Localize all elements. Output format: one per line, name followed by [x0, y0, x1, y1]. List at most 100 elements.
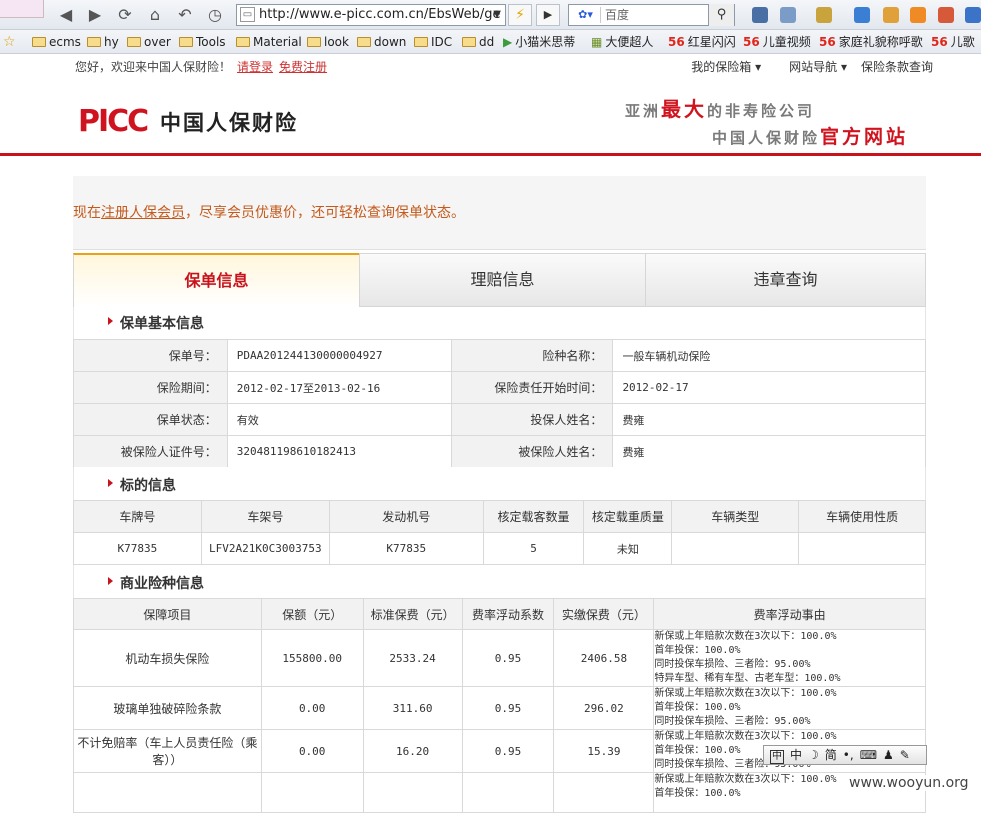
folder-icon — [236, 37, 250, 47]
column-header: 车辆类型 — [671, 500, 800, 533]
bookmark-folder[interactable]: Material — [236, 34, 302, 50]
mail-icon[interactable] — [938, 7, 954, 23]
clause-link[interactable]: 保险条款查询 — [861, 60, 933, 74]
column-header: 费率浮动系数 — [461, 598, 555, 630]
folder-icon — [127, 37, 141, 47]
column-header: 车辆使用性质 — [798, 500, 926, 533]
keyboard-icon[interactable]: ⌨ — [860, 746, 877, 764]
undo-icon[interactable]: ↶ — [175, 5, 195, 25]
column-header: 保额（元） — [260, 598, 364, 630]
amount-cell — [260, 772, 364, 813]
moon-icon[interactable] — [965, 7, 981, 23]
ime-script[interactable]: 简 — [825, 746, 837, 764]
reason-cell: 新保或上年赔款次数在3次以下：100.0% 首年投保：100.0% 同时投保车损险、… — [653, 686, 926, 730]
tool-icon[interactable] — [752, 7, 768, 23]
reason-line: 特异车型、稀有车型、古老车型：100.0% — [654, 673, 841, 684]
history-icon[interactable]: ◷ — [205, 5, 225, 25]
wrench-icon[interactable]: ✎ — [900, 746, 910, 764]
bookmark-folder[interactable]: down — [357, 34, 406, 50]
table-cell — [798, 532, 926, 565]
field-label: 被保险人证件号： — [73, 435, 228, 468]
basic-info-table: 保单号： PDAA201244130000004927 险种名称： 一般车辆机动保险保… — [73, 339, 926, 468]
section-header: 商业险种信息 — [73, 565, 926, 598]
field-value: 2012-02-17 — [612, 371, 926, 404]
browser-toolbar: ◀ ▶ ⟳ ⌂ ↶ ◷ ▭ http://www.e-picc.com.cn/E… — [0, 0, 981, 30]
tab-violation-query[interactable]: 违章查询 — [645, 253, 926, 307]
table-row: 被保险人证件号： 320481198610182413 被保险人姓名： 费雍 — [73, 435, 926, 468]
home-icon[interactable]: ⌂ — [145, 5, 165, 25]
table-cell: LFV2A21K0C3003753 — [200, 532, 330, 565]
standard-premium-cell: 2533.24 — [362, 629, 463, 687]
column-header: 核定载重质量 — [583, 500, 673, 533]
bookmark-link[interactable]: ▦ 大便超人 — [591, 34, 653, 50]
ime-toolbar[interactable]: 中中 ☽ 简 •, ⌨ ♟ ✎ — [763, 745, 927, 765]
field-label: 保单状态： — [73, 403, 228, 436]
table-cell: 5 — [482, 532, 585, 565]
tab-claim-info[interactable]: 理赔信息 — [359, 253, 646, 307]
column-header: 核定载客数量 — [482, 500, 585, 533]
picc-logo[interactable]: PICC — [78, 106, 149, 138]
field-label: 险种名称： — [450, 339, 614, 372]
bookmark-folder[interactable]: over — [127, 34, 171, 50]
rss-icon[interactable] — [910, 7, 926, 23]
search-box[interactable]: ✿▾ 百度 ⚲ — [568, 4, 735, 26]
register-link[interactable]: 免费注册 — [279, 60, 327, 74]
back-icon[interactable]: ◀ — [56, 5, 76, 25]
bookmark-folder[interactable]: hy — [87, 34, 119, 50]
address-bar[interactable]: ▭ http://www.e-picc.com.cn/EbsWeb/ge ▼ — [236, 4, 506, 26]
lightning-icon[interactable]: ⚡ — [508, 4, 532, 26]
my-box-link[interactable]: 我的保险箱 ▾ — [677, 60, 761, 74]
folder-icon — [307, 37, 321, 47]
bookmark-folder[interactable]: dd — [462, 34, 494, 50]
bookmark-folder[interactable]: IDC — [414, 34, 452, 50]
field-value: 2012-02-17至2013-02-16 — [226, 371, 452, 404]
chevron-down-icon[interactable]: ▼ — [493, 5, 501, 25]
bookmark-folder[interactable]: ecms — [32, 34, 81, 50]
field-label: 被保险人姓名： — [450, 435, 614, 468]
column-header: 车牌号 — [73, 500, 202, 533]
ime-mode[interactable]: 中 — [790, 746, 802, 764]
table-cell: 未知 — [583, 532, 673, 565]
bookmark-link[interactable]: 56 红星闪闪 — [668, 34, 736, 50]
ime-logo-icon[interactable]: 中 — [770, 750, 784, 764]
go-button[interactable]: ▶ — [536, 4, 560, 26]
field-value: 一般车辆机动保险 — [612, 339, 926, 372]
member-notice: 现在注册人保会员，尽享会员优惠价，还可轻松查询保单状态。 — [73, 176, 926, 250]
pen-icon[interactable] — [883, 7, 899, 23]
table-row: 保险期间： 2012-02-17至2013-02-16 保险责任开始时间： 2012-… — [73, 371, 926, 404]
camera-icon[interactable] — [780, 7, 796, 23]
refresh-icon[interactable]: ⟳ — [115, 5, 135, 25]
forward-icon[interactable]: ▶ — [85, 5, 105, 25]
reason-line: 首年投保：100.0% — [654, 645, 741, 656]
field-label: 投保人姓名： — [450, 403, 614, 436]
section-title: 商业险种信息 — [120, 576, 204, 592]
search-icon[interactable]: ⚲ — [708, 4, 734, 26]
triangle-icon — [108, 317, 113, 325]
translate-icon[interactable] — [816, 7, 832, 23]
table-row: 机动车损失保险 155800.00 2533.24 0.95 2406.58 新保或上年赔… — [73, 629, 926, 687]
reason-line: 同时投保车损险、三者险：95.00% — [654, 716, 811, 727]
bookmark-link[interactable]: ▶ 小猫米思蒂 — [503, 34, 575, 50]
section-title: 标的信息 — [120, 478, 176, 494]
folder-icon — [414, 37, 428, 47]
field-value: 320481198610182413 — [226, 435, 452, 468]
page-thumbnail-icon[interactable] — [0, 0, 44, 18]
coverage-name — [73, 772, 262, 813]
paw-icon[interactable]: ✿▾ — [571, 7, 601, 23]
bookmark-link[interactable]: 56 儿童视频 — [743, 34, 811, 50]
tab-policy-info[interactable]: 保单信息 — [73, 253, 360, 307]
site-nav-link[interactable]: 网站导航 ▾ — [775, 60, 847, 74]
bookmark-link[interactable]: 56 家庭礼貌称呼歌 — [819, 34, 923, 50]
login-link[interactable]: 请登录 — [237, 60, 273, 74]
zoom-icon[interactable] — [854, 7, 870, 23]
punct-icon[interactable]: •, — [843, 746, 854, 764]
star-icon[interactable]: ☆ — [3, 34, 16, 50]
user-icon[interactable]: ♟ — [883, 746, 894, 764]
bookmark-folder[interactable]: Tools — [179, 34, 226, 50]
bookmark-folder[interactable]: look — [307, 34, 349, 50]
moon-icon[interactable]: ☽ — [808, 746, 819, 764]
register-member-link[interactable]: 注册人保会员 — [101, 205, 185, 221]
bookmark-link[interactable]: 56 儿歌 — [931, 34, 975, 50]
factor-cell: 0.95 — [461, 629, 555, 687]
notice-text: 现在注册人保会员，尽享会员优惠价，还可轻松查询保单状态。 — [73, 205, 465, 221]
